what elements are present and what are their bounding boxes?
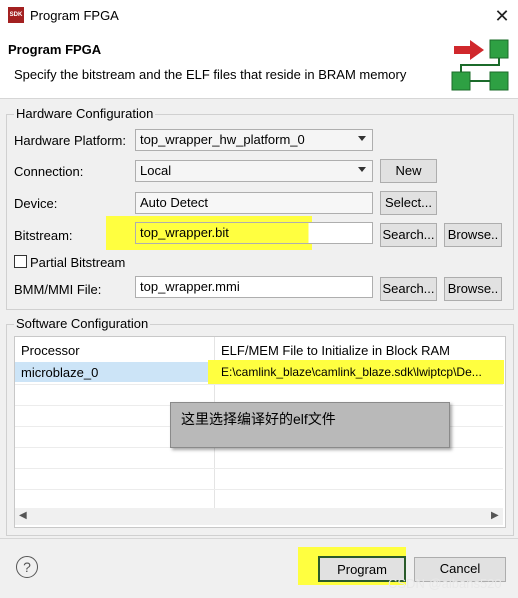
- partial-bitstream-checkbox[interactable]: [14, 255, 27, 268]
- select-device-button[interactable]: Select...: [380, 191, 437, 215]
- device-field: Auto Detect: [135, 192, 373, 214]
- connection-label: Connection:: [14, 164, 84, 179]
- header-description: Specify the bitstream and the ELF files …: [14, 67, 407, 82]
- chevron-down-icon: [358, 136, 366, 141]
- column-header-processor[interactable]: Processor: [21, 343, 80, 358]
- chevron-down-icon: [358, 167, 366, 172]
- partial-bitstream-label: Partial Bitstream: [30, 255, 126, 270]
- bmm-file-input[interactable]: top_wrapper.mmi: [135, 276, 373, 298]
- bitstream-browse-button[interactable]: Browse..: [444, 223, 502, 247]
- column-header-elf[interactable]: ELF/MEM File to Initialize in Block RAM: [221, 343, 450, 358]
- hardware-config-label: Hardware Configuration: [14, 106, 156, 121]
- connection-value: Local: [140, 163, 172, 178]
- new-connection-button[interactable]: New: [380, 159, 437, 183]
- annotation-note: 这里选择编译好的elf文件: [170, 402, 450, 448]
- processor-cell: microblaze_0: [21, 365, 99, 380]
- hardware-platform-label: Hardware Platform:: [14, 133, 126, 148]
- bitstream-search-button[interactable]: Search...: [380, 223, 437, 247]
- hardware-platform-select[interactable]: top_wrapper_hw_platform_0: [135, 129, 373, 151]
- row-divider: [15, 468, 503, 469]
- sdk-app-icon: SDK: [8, 7, 24, 23]
- bitstream-input[interactable]: top_wrapper.bit: [135, 222, 373, 244]
- csdn-watermark: CSDN @aibans520: [388, 576, 502, 591]
- window-title: Program FPGA: [30, 8, 119, 23]
- device-label: Device:: [14, 196, 58, 211]
- bmm-file-label: BMM/MMI File:: [14, 282, 102, 297]
- software-config-label: Software Configuration: [14, 316, 151, 331]
- hardware-platform-value: top_wrapper_hw_platform_0: [140, 132, 305, 147]
- connection-select[interactable]: Local: [135, 160, 373, 182]
- bmm-browse-button[interactable]: Browse..: [444, 277, 502, 301]
- bmm-search-button[interactable]: Search...: [380, 277, 437, 301]
- program-fpga-logo-icon: [451, 39, 509, 91]
- bitstream-label: Bitstream:: [14, 228, 73, 243]
- close-icon[interactable]: ✕: [490, 4, 514, 28]
- header-title: Program FPGA: [8, 42, 102, 57]
- scroll-left-icon[interactable]: ◀: [19, 510, 27, 521]
- horizontal-scrollbar[interactable]: ◀ ▶: [15, 508, 503, 525]
- footer-divider: [0, 538, 518, 539]
- row-divider: [15, 489, 503, 490]
- scroll-right-icon[interactable]: ▶: [491, 510, 499, 521]
- row-divider: [15, 384, 503, 385]
- elf-file-cell[interactable]: E:\camlink_blaze\camlink_blaze.sdk\lwipt…: [221, 365, 501, 379]
- help-icon[interactable]: ?: [16, 556, 38, 578]
